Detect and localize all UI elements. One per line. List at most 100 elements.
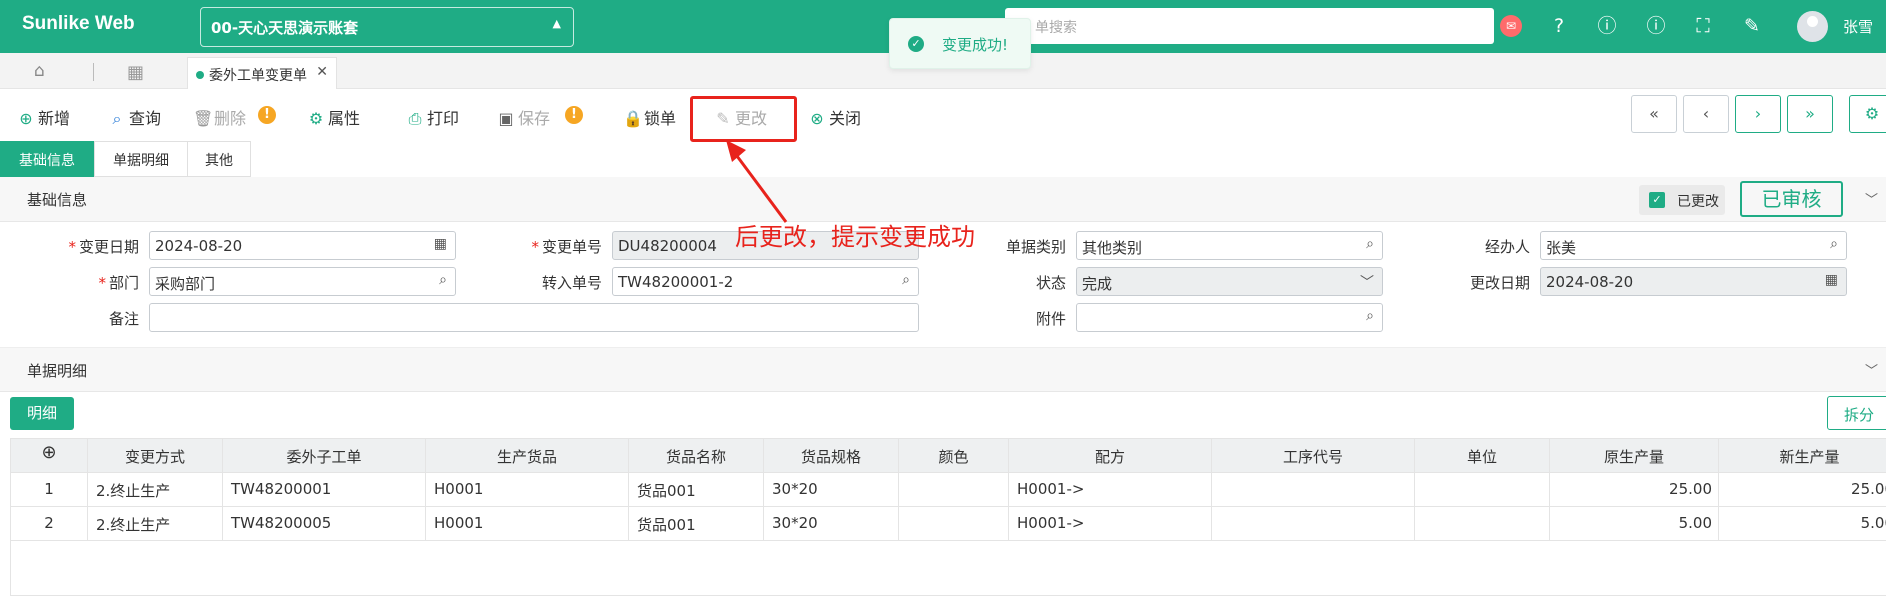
notification-icon[interactable]: ✉ (1500, 15, 1522, 37)
handler-label: 经办人 (1484, 238, 1530, 256)
detail-button[interactable]: 明细 (10, 397, 74, 430)
tab-other[interactable]: 其他 (187, 141, 251, 177)
table-cell[interactable]: 25.00 (1550, 473, 1719, 507)
remark-field[interactable] (149, 303, 919, 332)
search-icon[interactable]: ⌕ (902, 272, 910, 288)
column-header[interactable]: 配方 (1009, 439, 1212, 473)
tab-document[interactable]: 委外工单变更单 ✕ (187, 57, 337, 89)
column-header[interactable]: 工序代号 (1212, 439, 1415, 473)
search-icon[interactable]: ⌕ (1366, 236, 1374, 252)
transfer-no-field[interactable]: TW48200001-2 ⌕ (612, 267, 919, 296)
column-header[interactable]: 生产货品 (426, 439, 629, 473)
close-icon[interactable]: ✕ (316, 64, 328, 80)
nav-next-button[interactable]: › (1735, 95, 1781, 133)
modify-date-field[interactable]: 2024-08-20 ▦ (1540, 267, 1847, 296)
help-icon[interactable]: ? (1546, 13, 1572, 39)
info-icon[interactable]: ⓘ (1594, 13, 1620, 39)
detail-header[interactable]: 单据明细 ﹀ (0, 347, 1886, 392)
table-cell[interactable]: H0001-> (1009, 507, 1212, 541)
table-cell[interactable]: 5.00 (1719, 507, 1886, 541)
fullscreen-icon[interactable]: ⛶ (1690, 13, 1716, 39)
close-button[interactable]: ⊗ 关闭 (808, 105, 861, 129)
table-cell[interactable]: H0001 (426, 507, 629, 541)
table-cell[interactable] (1212, 473, 1415, 507)
column-header[interactable]: 原生产量 (1550, 439, 1719, 473)
change-date-value: 2024-08-20 (155, 237, 243, 255)
avatar[interactable] (1797, 11, 1828, 42)
table-cell[interactable]: 30*20 (764, 473, 899, 507)
chevron-down-icon[interactable]: ﹀ (1865, 189, 1878, 208)
dept-field[interactable]: 采购部门 ⌕ (149, 267, 456, 296)
table-cell[interactable] (899, 473, 1009, 507)
handler-field[interactable]: 张美 ⌕ (1540, 231, 1847, 260)
query-button[interactable]: ⌕ 查询 (108, 105, 162, 129)
account-selector[interactable]: 00-天心天思演示账套 ▲ (200, 7, 574, 47)
table-cell[interactable] (1415, 473, 1550, 507)
tab-basic-info[interactable]: 基础信息 (0, 141, 94, 177)
column-header[interactable]: 货品名称 (629, 439, 764, 473)
save-button[interactable]: ▣ 保存 (497, 105, 550, 129)
table-cell[interactable] (1212, 507, 1415, 541)
table-cell[interactable]: H0001 (426, 473, 629, 507)
settings-icon[interactable]: ⚙ (1849, 95, 1886, 133)
search-input[interactable]: 单搜索 (1005, 8, 1494, 44)
trash-icon: 🗑 (193, 109, 214, 128)
column-header[interactable]: 单位 (1415, 439, 1550, 473)
dept-value: 采购部门 (155, 275, 216, 293)
table-cell[interactable] (899, 507, 1009, 541)
search-icon[interactable]: ⌕ (1830, 236, 1838, 252)
search-icon[interactable]: ⌕ (439, 272, 447, 288)
nav-last-button[interactable]: » (1787, 95, 1833, 133)
properties-button[interactable]: ⚙ 属性 (307, 105, 360, 129)
add-row-icon[interactable]: ⊕ (11, 439, 88, 473)
table-cell[interactable]: 货品001 (629, 473, 764, 507)
column-header[interactable]: 颜色 (899, 439, 1009, 473)
column-header[interactable]: 货品规格 (764, 439, 899, 473)
clean-icon[interactable]: ✎ (1739, 13, 1765, 39)
table-cell[interactable]: 2.终止生产 (88, 507, 223, 541)
doc-type-field[interactable]: 其他类别 ⌕ (1076, 231, 1383, 260)
nav-first-button[interactable]: « (1631, 95, 1677, 133)
doc-type-value: 其他类别 (1082, 239, 1143, 257)
apps-grid-icon[interactable]: ▦ (127, 62, 147, 83)
table-cell[interactable]: 2.终止生产 (88, 473, 223, 507)
modify-date-value: 2024-08-20 (1546, 273, 1634, 291)
delete-button[interactable]: 🗑删除 (193, 105, 246, 129)
table-cell[interactable]: 货品001 (629, 507, 764, 541)
split-button[interactable]: 拆分 (1827, 396, 1886, 430)
table-cell[interactable]: TW48200001 (223, 473, 426, 507)
close-label: 关闭 (829, 109, 862, 128)
chevron-down-icon[interactable]: ﹀ (1865, 360, 1878, 379)
state-value: 完成 (1082, 275, 1113, 293)
calendar-icon[interactable]: ▦ (434, 236, 447, 252)
lock-button[interactable]: 🔒锁单 (623, 105, 676, 129)
account-name: 00-天心天思演示账套 (211, 19, 359, 37)
tab-detail[interactable]: 单据明细 (94, 141, 188, 177)
column-header[interactable]: 新生产量 (1719, 439, 1886, 473)
table-cell[interactable]: H0001-> (1009, 473, 1212, 507)
lock-label: 锁单 (644, 109, 677, 128)
close-circle-icon: ⊗ (810, 109, 824, 128)
search-icon[interactable]: ⌕ (1366, 308, 1374, 324)
state-select[interactable]: 完成 ﹀ (1076, 267, 1383, 296)
home-icon[interactable]: ⌂ (34, 61, 56, 81)
column-header[interactable]: 变更方式 (88, 439, 223, 473)
warning-icon: ! (565, 106, 583, 124)
user-name[interactable]: 张雪 (1843, 16, 1873, 37)
about-icon[interactable]: ⓘ (1643, 13, 1669, 39)
nav-prev-button[interactable]: ‹ (1683, 95, 1729, 133)
table-cell[interactable]: 25.00 (1719, 473, 1886, 507)
basic-info-header[interactable]: 基础信息 ✓ 已更改 已审核 ﹀ (0, 177, 1886, 222)
column-header[interactable]: 委外子工单 (223, 439, 426, 473)
attachment-field[interactable]: ⌕ (1076, 303, 1383, 332)
print-button[interactable]: ⎙ 打印 (406, 105, 459, 129)
properties-label: 属性 (328, 109, 361, 128)
delete-label: 删除 (214, 109, 247, 128)
table-cell[interactable]: 5.00 (1550, 507, 1719, 541)
caret-up-icon: ▲ (552, 17, 561, 30)
table-cell[interactable] (1415, 507, 1550, 541)
change-date-field[interactable]: 2024-08-20 ▦ (149, 231, 456, 260)
table-cell[interactable]: TW48200005 (223, 507, 426, 541)
table-cell[interactable]: 30*20 (764, 507, 899, 541)
add-button[interactable]: ⊕ 新增 (17, 105, 70, 129)
